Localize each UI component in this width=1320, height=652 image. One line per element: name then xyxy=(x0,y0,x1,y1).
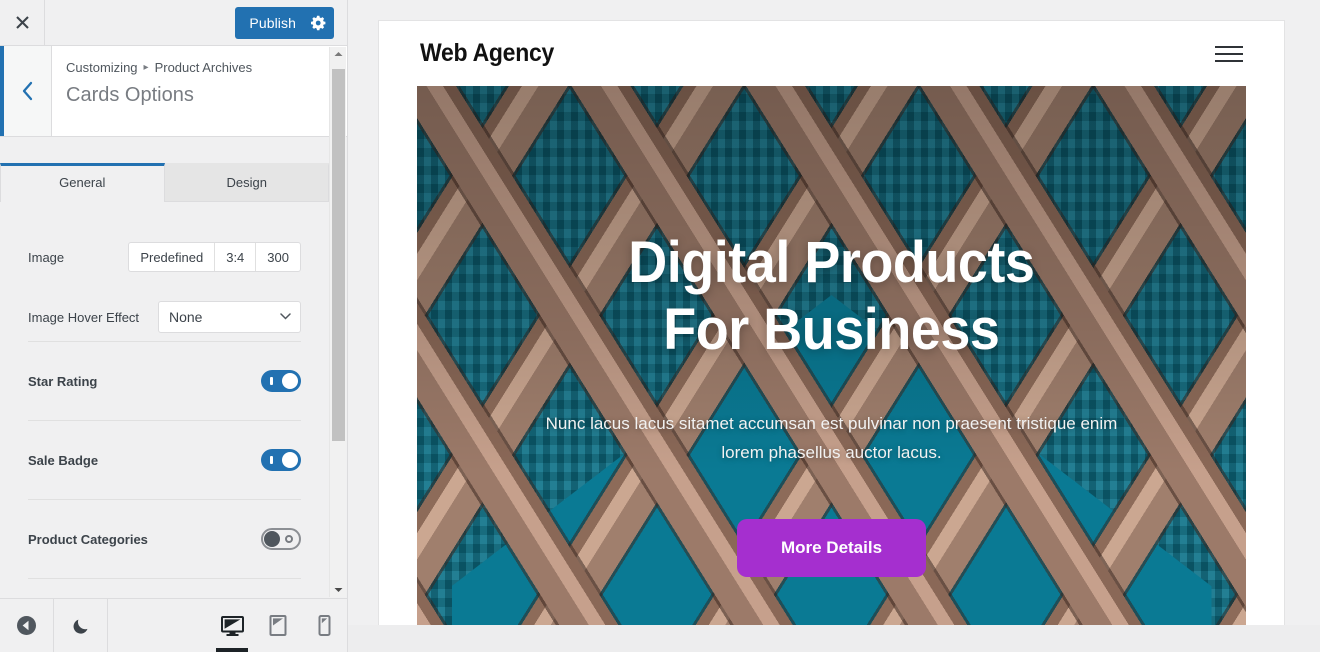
device-preview-buttons xyxy=(209,599,347,652)
preview-bottom-strip xyxy=(348,625,1320,652)
segment-ratio[interactable]: 3:4 xyxy=(214,243,255,271)
customizer-sidebar: Publish Customizing ▸ Product Archives C… xyxy=(0,0,348,652)
breadcrumb-parent[interactable]: Product Archives xyxy=(155,58,253,78)
control-image-hover-effect: Image Hover Effect None xyxy=(0,293,329,341)
sale-badge-toggle[interactable] xyxy=(261,449,301,471)
hamburger-line xyxy=(1215,52,1243,55)
image-hover-effect-select[interactable]: None xyxy=(158,301,301,333)
section-titles: Customizing ▸ Product Archives Cards Opt… xyxy=(52,46,347,136)
tab-design[interactable]: Design xyxy=(164,163,329,201)
scrollbar-thumb[interactable] xyxy=(332,69,345,441)
control-star-rating: Star Rating xyxy=(0,342,329,420)
gear-icon xyxy=(311,15,326,30)
toggle-on-mark-icon xyxy=(270,456,273,464)
hero-subtitle: Nunc lacus lacus sitamet accumsan est pu… xyxy=(545,413,1118,462)
image-hover-effect-value: None xyxy=(169,309,203,325)
tablet-icon xyxy=(269,615,287,636)
preview-frame: Web Agency Digital Products For Business… xyxy=(379,21,1284,625)
device-tablet-button[interactable] xyxy=(255,599,301,652)
toggle-knob xyxy=(264,531,280,547)
collapse-sidebar-button[interactable] xyxy=(0,599,54,652)
close-customizer-button[interactable] xyxy=(0,0,45,45)
control-star-rating-label: Star Rating xyxy=(28,373,98,389)
hero-section: Digital Products For Business Nunc lacus… xyxy=(417,86,1246,625)
hero-title: Digital Products For Business xyxy=(628,230,1035,362)
control-divider xyxy=(28,578,301,579)
site-title[interactable]: Web Agency xyxy=(420,39,554,68)
theme-mode-button[interactable] xyxy=(54,599,108,652)
breadcrumb-root[interactable]: Customizing xyxy=(66,58,138,78)
breadcrumb: Customizing ▸ Product Archives xyxy=(66,58,329,78)
chevron-left-icon xyxy=(22,81,33,101)
moon-icon xyxy=(73,619,87,634)
device-mobile-button[interactable] xyxy=(301,599,347,652)
control-product-categories-label: Product Categories xyxy=(28,531,148,547)
customizer-controls: Image Predefined 3:4 300 Image Hover Eff… xyxy=(0,205,329,597)
segment-predefined[interactable]: Predefined xyxy=(129,243,214,271)
sidebar-scrollbar[interactable] xyxy=(329,47,346,597)
device-desktop-button[interactable] xyxy=(209,599,255,652)
close-icon xyxy=(15,16,29,29)
desktop-icon xyxy=(220,615,244,636)
more-details-button[interactable]: More Details xyxy=(736,518,927,577)
hero-title-line-2: For Business xyxy=(663,296,1000,362)
hamburger-line xyxy=(1215,59,1243,62)
product-categories-toggle[interactable] xyxy=(261,528,301,550)
publish-button[interactable]: Publish xyxy=(235,6,334,39)
customizer-screen: Publish Customizing ▸ Product Archives C… xyxy=(0,0,1320,652)
customizer-tabs: General Design xyxy=(0,163,329,202)
image-size-segmented-control[interactable]: Predefined 3:4 300 xyxy=(128,242,301,272)
mobile-icon xyxy=(318,615,330,636)
hero-content: Digital Products For Business Nunc lacus… xyxy=(417,86,1246,625)
toggle-knob xyxy=(282,373,298,389)
customizer-header: Publish xyxy=(0,0,347,46)
control-image-hover-effect-label: Image Hover Effect xyxy=(28,309,140,325)
scroll-down-button[interactable] xyxy=(330,583,346,597)
toggle-off-mark-icon xyxy=(285,535,293,543)
hero-title-line-1: Digital Products xyxy=(628,230,1035,296)
tab-general[interactable]: General xyxy=(0,163,165,202)
page-title: Cards Options xyxy=(66,84,194,106)
scroll-up-arrow-icon xyxy=(334,52,342,56)
control-product-categories: Product Categories xyxy=(0,500,329,578)
control-sale-badge-label: Sale Badge xyxy=(28,452,99,468)
control-image-label: Image xyxy=(28,249,65,265)
site-header: Web Agency xyxy=(379,21,1284,86)
scroll-up-button[interactable] xyxy=(330,47,346,61)
toggle-knob xyxy=(282,452,298,468)
publish-label: Publish xyxy=(249,14,296,31)
customizer-footer xyxy=(0,598,347,652)
back-button[interactable] xyxy=(4,46,52,136)
chevron-down-icon xyxy=(280,313,291,320)
star-rating-toggle[interactable] xyxy=(261,370,301,392)
hamburger-menu-icon[interactable] xyxy=(1215,45,1243,62)
toggle-on-mark-icon xyxy=(270,377,273,385)
customizer-section-header: Customizing ▸ Product Archives Cards Opt… xyxy=(0,46,347,137)
segment-width[interactable]: 300 xyxy=(255,243,300,271)
scroll-down-arrow-icon xyxy=(334,588,342,592)
publish-settings-button[interactable] xyxy=(304,7,334,39)
collapse-arrow-icon xyxy=(17,616,36,635)
tab-design-label: Design xyxy=(226,175,267,190)
control-sale-badge: Sale Badge xyxy=(0,421,329,499)
site-preview-pane: Web Agency Digital Products For Business… xyxy=(348,0,1320,652)
hamburger-line xyxy=(1215,45,1243,48)
control-image: Image Predefined 3:4 300 xyxy=(0,233,329,281)
breadcrumb-separator-icon: ▸ xyxy=(143,62,149,73)
tab-general-label: General xyxy=(59,175,106,190)
